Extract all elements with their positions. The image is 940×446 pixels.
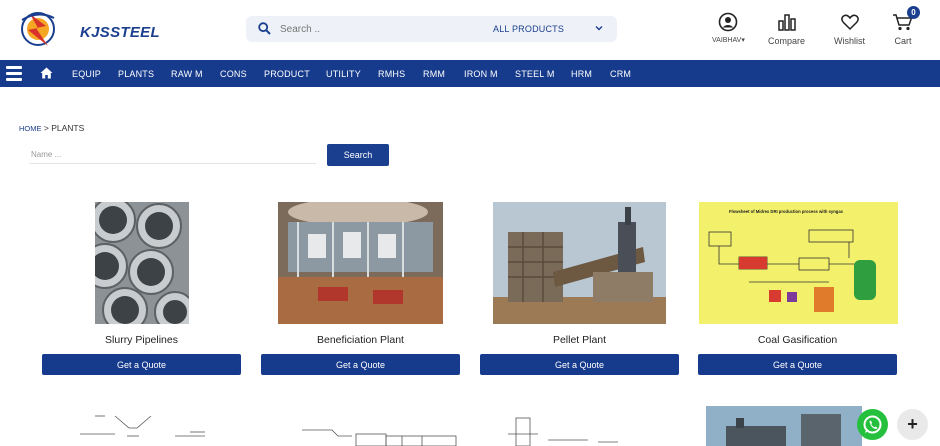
whatsapp-icon [863, 415, 882, 434]
logo-text: KJSSTEEL [80, 24, 160, 41]
nav-item-crm[interactable]: CRM [610, 69, 631, 79]
logo-emblem-icon [21, 12, 55, 46]
breadcrumb-home[interactable]: HOME [19, 124, 42, 133]
search-icon[interactable] [258, 22, 271, 35]
category-select[interactable]: ALL PRODUCTS [493, 24, 564, 34]
whatsapp-button[interactable] [857, 409, 888, 440]
beneficiation-plant-image[interactable] [278, 202, 443, 324]
breadcrumb: HOME > PLANTS [19, 123, 84, 133]
product-image-partial[interactable] [478, 406, 654, 446]
nav-item-iron-m[interactable]: IRON M [464, 69, 498, 79]
site-header: KJSSTEEL ALL PRODUCTS VAIBHAV▾ Compare [0, 0, 940, 60]
product-image-partial[interactable] [75, 406, 215, 446]
account-button[interactable]: VAIBHAV▾ [712, 12, 745, 44]
breadcrumb-current: PLANTS [51, 123, 85, 133]
product-title[interactable]: Beneficiation Plant [261, 334, 460, 346]
nav-item-equip[interactable]: EQUIP [72, 69, 101, 79]
wishlist-label: Wishlist [834, 36, 865, 46]
cart-count-badge: 0 [907, 6, 920, 19]
logo[interactable]: KJSSTEEL [16, 6, 160, 50]
product-title[interactable]: Slurry Pipelines [42, 334, 241, 346]
pellet-plant-image[interactable] [493, 202, 666, 324]
main-nav: EQUIP PLANTS RAW M CONS PRODUCT UTILITY … [0, 60, 940, 87]
compare-button[interactable]: Compare [768, 12, 805, 46]
get-quote-button[interactable]: Get a Quote [42, 354, 241, 375]
nav-item-plants[interactable]: PLANTS [118, 69, 154, 79]
nav-item-hrm[interactable]: HRM [571, 69, 592, 79]
flowsheet-caption: Flowsheet of Midrex DRI production proce… [729, 209, 844, 214]
user-icon [719, 12, 738, 32]
name-filter-input[interactable] [29, 145, 316, 164]
breadcrumb-separator: > [43, 123, 49, 133]
nav-item-utility[interactable]: UTILITY [326, 69, 361, 79]
nav-item-product[interactable]: PRODUCT [264, 69, 310, 79]
compare-label: Compare [768, 36, 806, 46]
search-input[interactable] [280, 19, 470, 39]
cart-label: Cart [894, 36, 912, 46]
product-image-partial[interactable] [706, 406, 862, 446]
nav-item-steel-m[interactable]: STEEL M [515, 69, 555, 79]
product-title[interactable]: Coal Gasification [698, 334, 897, 346]
get-quote-button[interactable]: Get a Quote [480, 354, 679, 375]
product-image-partial[interactable] [262, 406, 458, 446]
nav-item-raw-m[interactable]: RAW M [171, 69, 203, 79]
product-title[interactable]: Pellet Plant [480, 334, 679, 346]
plus-button[interactable]: + [897, 409, 928, 440]
get-quote-button[interactable]: Get a Quote [698, 354, 897, 375]
heart-icon [840, 14, 859, 31]
coal-gasification-image[interactable]: Flowsheet of Midrex DRI production proce… [699, 202, 898, 324]
home-icon[interactable] [40, 67, 53, 79]
cart-button[interactable]: 0 Cart [892, 6, 920, 46]
account-label: VAIBHAV [712, 37, 742, 44]
wishlist-button[interactable]: Wishlist [834, 12, 865, 46]
compare-icon [777, 14, 796, 31]
header-search: ALL PRODUCTS [246, 16, 617, 42]
search-button[interactable]: Search [327, 144, 389, 166]
menu-icon[interactable] [6, 66, 22, 81]
nav-item-cons[interactable]: CONS [220, 69, 247, 79]
chevron-down-icon[interactable] [595, 24, 603, 32]
nav-item-rmhs[interactable]: RMHS [378, 69, 405, 79]
slurry-pipelines-image[interactable] [95, 202, 189, 324]
nav-item-rmm[interactable]: RMM [423, 69, 445, 79]
get-quote-button[interactable]: Get a Quote [261, 354, 460, 375]
